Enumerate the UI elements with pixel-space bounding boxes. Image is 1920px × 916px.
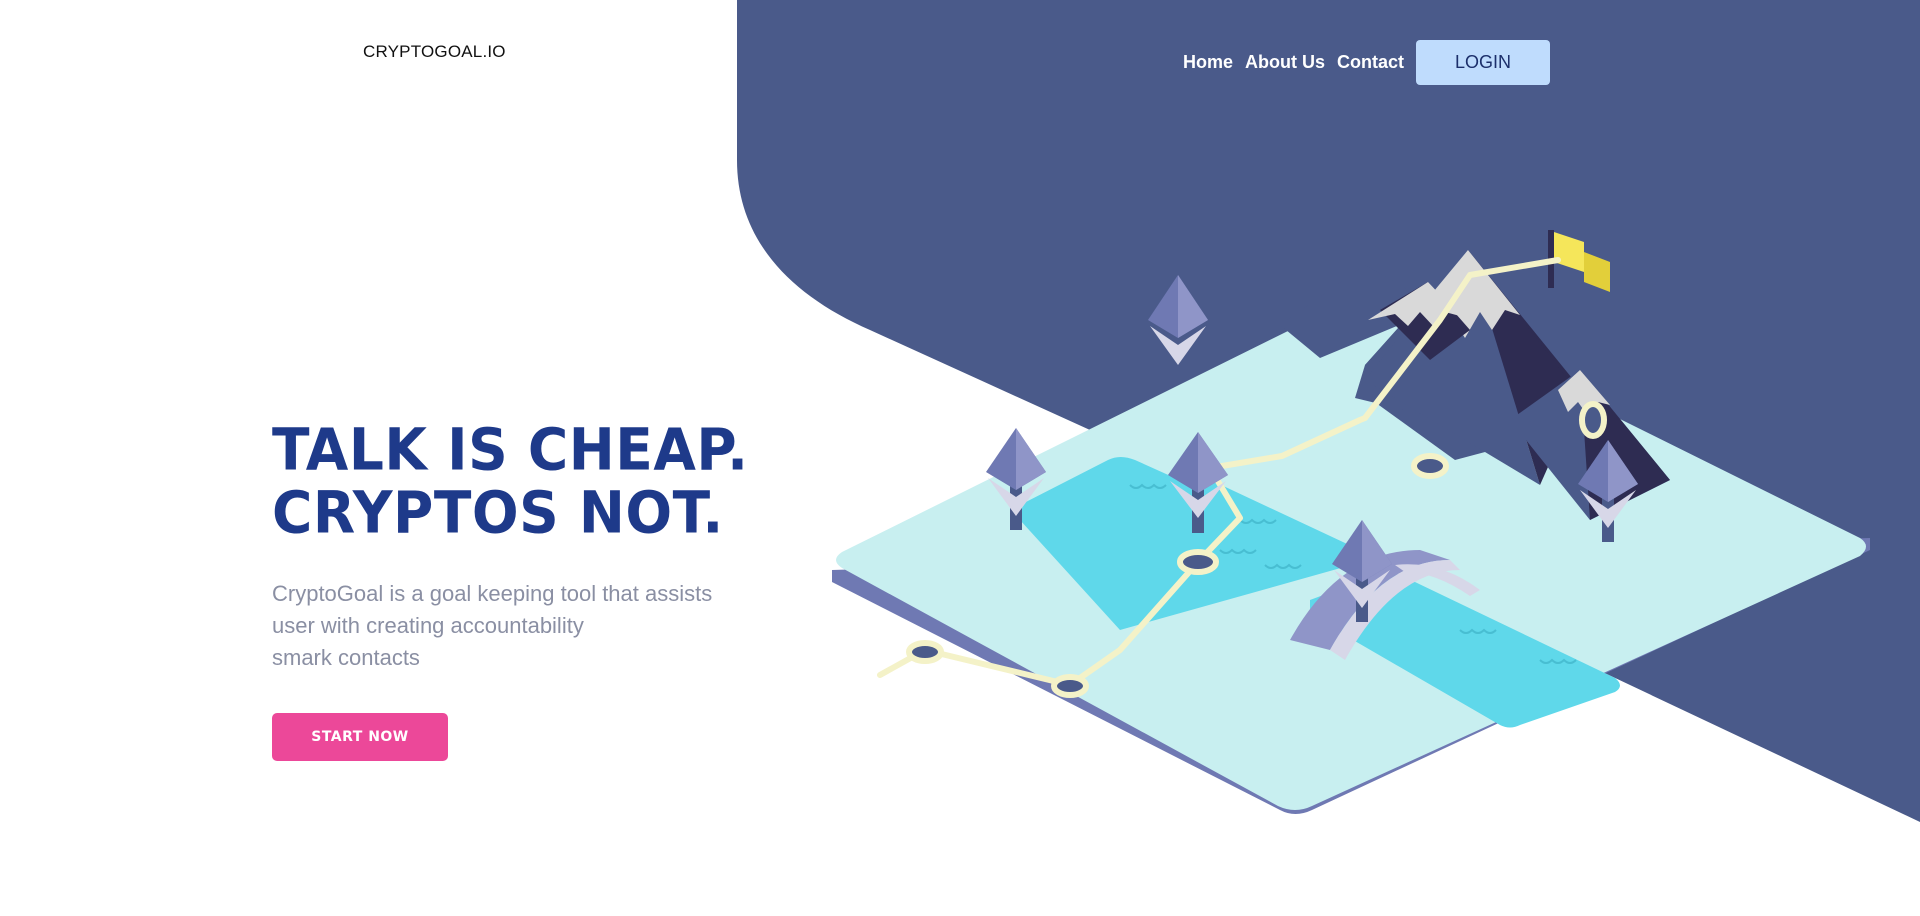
hero-title-line-1: TALK IS CHEAP.: [272, 415, 749, 484]
nav-link-contact[interactable]: Contact: [1337, 38, 1404, 86]
nav-link-about-us[interactable]: About Us: [1245, 38, 1325, 86]
hero-description-line: CryptoGoal is a goal keeping tool that a…: [272, 581, 713, 606]
nav-link-home[interactable]: Home: [1183, 38, 1233, 86]
site-logo[interactable]: CRYPTOGOAL.IO: [363, 42, 506, 62]
ethereum-tree-icon: [1148, 275, 1208, 365]
login-button[interactable]: LOGIN: [1416, 39, 1551, 85]
flag-icon: [1554, 232, 1584, 272]
hero-title: TALK IS CHEAP. CRYPTOS NOT.: [272, 418, 749, 544]
hero-description: CryptoGoal is a goal keeping tool that a…: [272, 578, 772, 674]
start-now-button[interactable]: START NOW: [272, 713, 448, 761]
hero-illustration: [832, 230, 1870, 814]
hero-title-line-2: CRYPTOS NOT.: [272, 478, 724, 547]
hero-description-line: smark contacts: [272, 645, 420, 670]
main-nav: Home About Us Contact LOGIN: [1183, 38, 1551, 86]
landing-page: CRYPTOGOAL.IO Home About Us Contact LOGI…: [0, 0, 1920, 916]
hero-description-line: user with creating accountability: [272, 613, 584, 638]
